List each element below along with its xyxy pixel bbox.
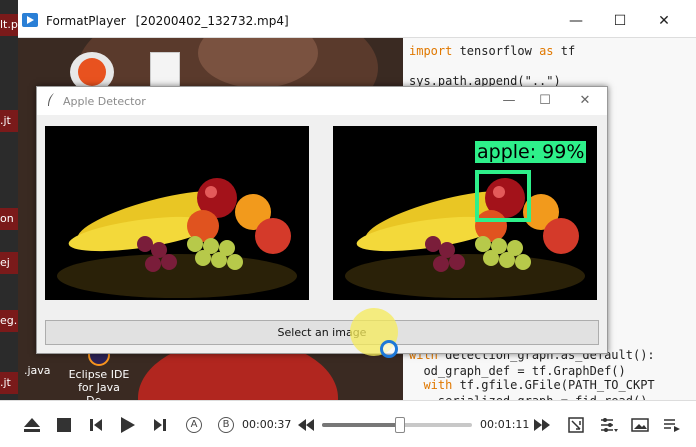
b-marker-icon: B: [218, 417, 234, 433]
a-marker-icon: A: [186, 417, 202, 433]
next-button[interactable]: [150, 415, 170, 435]
player-title: FormatPlayer [20200402_132732.mp4]: [46, 14, 289, 28]
settings-button[interactable]: [598, 415, 620, 435]
detector-minimize-button[interactable]: —: [491, 90, 527, 112]
stop-icon: [57, 418, 71, 432]
eject-button[interactable]: [22, 415, 42, 435]
fruit-image-original: [45, 126, 309, 300]
code-line: with tf.gfile.GFile(PATH_TO_CKPT: [409, 378, 655, 392]
desktop-fragment-label: lt.p: [0, 14, 18, 36]
apple-detector-window[interactable]: Apple Detector — ☐ ✕ apple: 99% Select a…: [36, 86, 608, 354]
seek-bar[interactable]: [322, 417, 472, 433]
desktop-fragment-label: on: [0, 208, 18, 230]
player-app-name: FormatPlayer: [46, 14, 126, 28]
play-icon: [121, 417, 135, 433]
eject-icon: [24, 418, 40, 432]
fast-forward-button[interactable]: [532, 415, 552, 435]
stop-button[interactable]: [54, 415, 74, 435]
player-minimize-button[interactable]: —: [556, 8, 596, 34]
player-control-bar: A B 00:00:37 00:01:11: [0, 400, 696, 447]
skip-forward-icon: [154, 419, 166, 431]
playlist-button[interactable]: [662, 415, 682, 435]
desktop-fragment-label: eg.: [0, 310, 18, 332]
select-image-button[interactable]: Select an image: [45, 320, 599, 345]
player-titlebar[interactable]: FormatPlayer [20200402_132732.mp4] — ☐ ✕: [0, 0, 696, 38]
detection-box: [475, 170, 531, 222]
desktop-left-strip: lt.p.jtonejeg..jtpk.j: [0, 0, 18, 447]
avatar-icon: [78, 58, 106, 86]
java-file-label: .java: [24, 364, 51, 377]
detection-label: apple: 99%: [475, 141, 587, 163]
detector-maximize-button[interactable]: ☐: [527, 90, 563, 112]
equalizer-settings-icon: [601, 418, 618, 432]
feather-icon: [48, 93, 54, 106]
fast-forward-icon: [534, 419, 550, 431]
desktop-fragment-label: ej: [0, 252, 18, 274]
detector-close-button[interactable]: ✕: [567, 90, 603, 112]
desktop-file-icon[interactable]: [150, 52, 180, 90]
playlist-icon: [664, 419, 680, 432]
rewind-icon: [298, 419, 314, 431]
player-app-icon: [22, 13, 38, 27]
image-icon: [631, 418, 649, 432]
detected-image-panel: apple: 99%: [333, 126, 597, 300]
mouse-cursor: [380, 340, 398, 358]
play-button[interactable]: [116, 415, 138, 435]
ab-repeat-b-button[interactable]: B: [216, 415, 236, 435]
rewind-button[interactable]: [296, 415, 316, 435]
player-file-name: [20200402_132732.mp4]: [135, 14, 289, 28]
current-time: 00:00:37: [242, 418, 292, 431]
code-line: od_graph_def = tf.GraphDef(): [409, 364, 626, 378]
desktop-fragment-label: .jt: [0, 372, 18, 394]
original-image-panel: [45, 126, 309, 300]
desktop-fragment-label: .jt: [0, 110, 18, 132]
code-line: import tensorflow as tf: [409, 44, 576, 58]
java-file-icon[interactable]: .java: [24, 364, 51, 377]
eclipse-sublabel: for Java De...: [78, 381, 120, 400]
apple-detector-title: Apple Detector: [63, 95, 146, 108]
seek-progress: [322, 423, 400, 427]
previous-button[interactable]: [86, 415, 106, 435]
fullscreen-icon: [568, 417, 584, 433]
player-close-button[interactable]: ✕: [644, 8, 684, 34]
screenshot-button[interactable]: [630, 415, 650, 435]
seek-thumb[interactable]: [395, 417, 405, 433]
ab-repeat-a-button[interactable]: A: [184, 415, 204, 435]
fullscreen-button[interactable]: [566, 415, 586, 435]
total-time: 00:01:11: [480, 418, 530, 431]
eclipse-label: Eclipse IDE: [68, 368, 130, 381]
apple-detector-titlebar[interactable]: Apple Detector — ☐ ✕: [37, 87, 607, 115]
player-maximize-button[interactable]: ☐: [600, 8, 640, 34]
skip-back-icon: [90, 419, 102, 431]
